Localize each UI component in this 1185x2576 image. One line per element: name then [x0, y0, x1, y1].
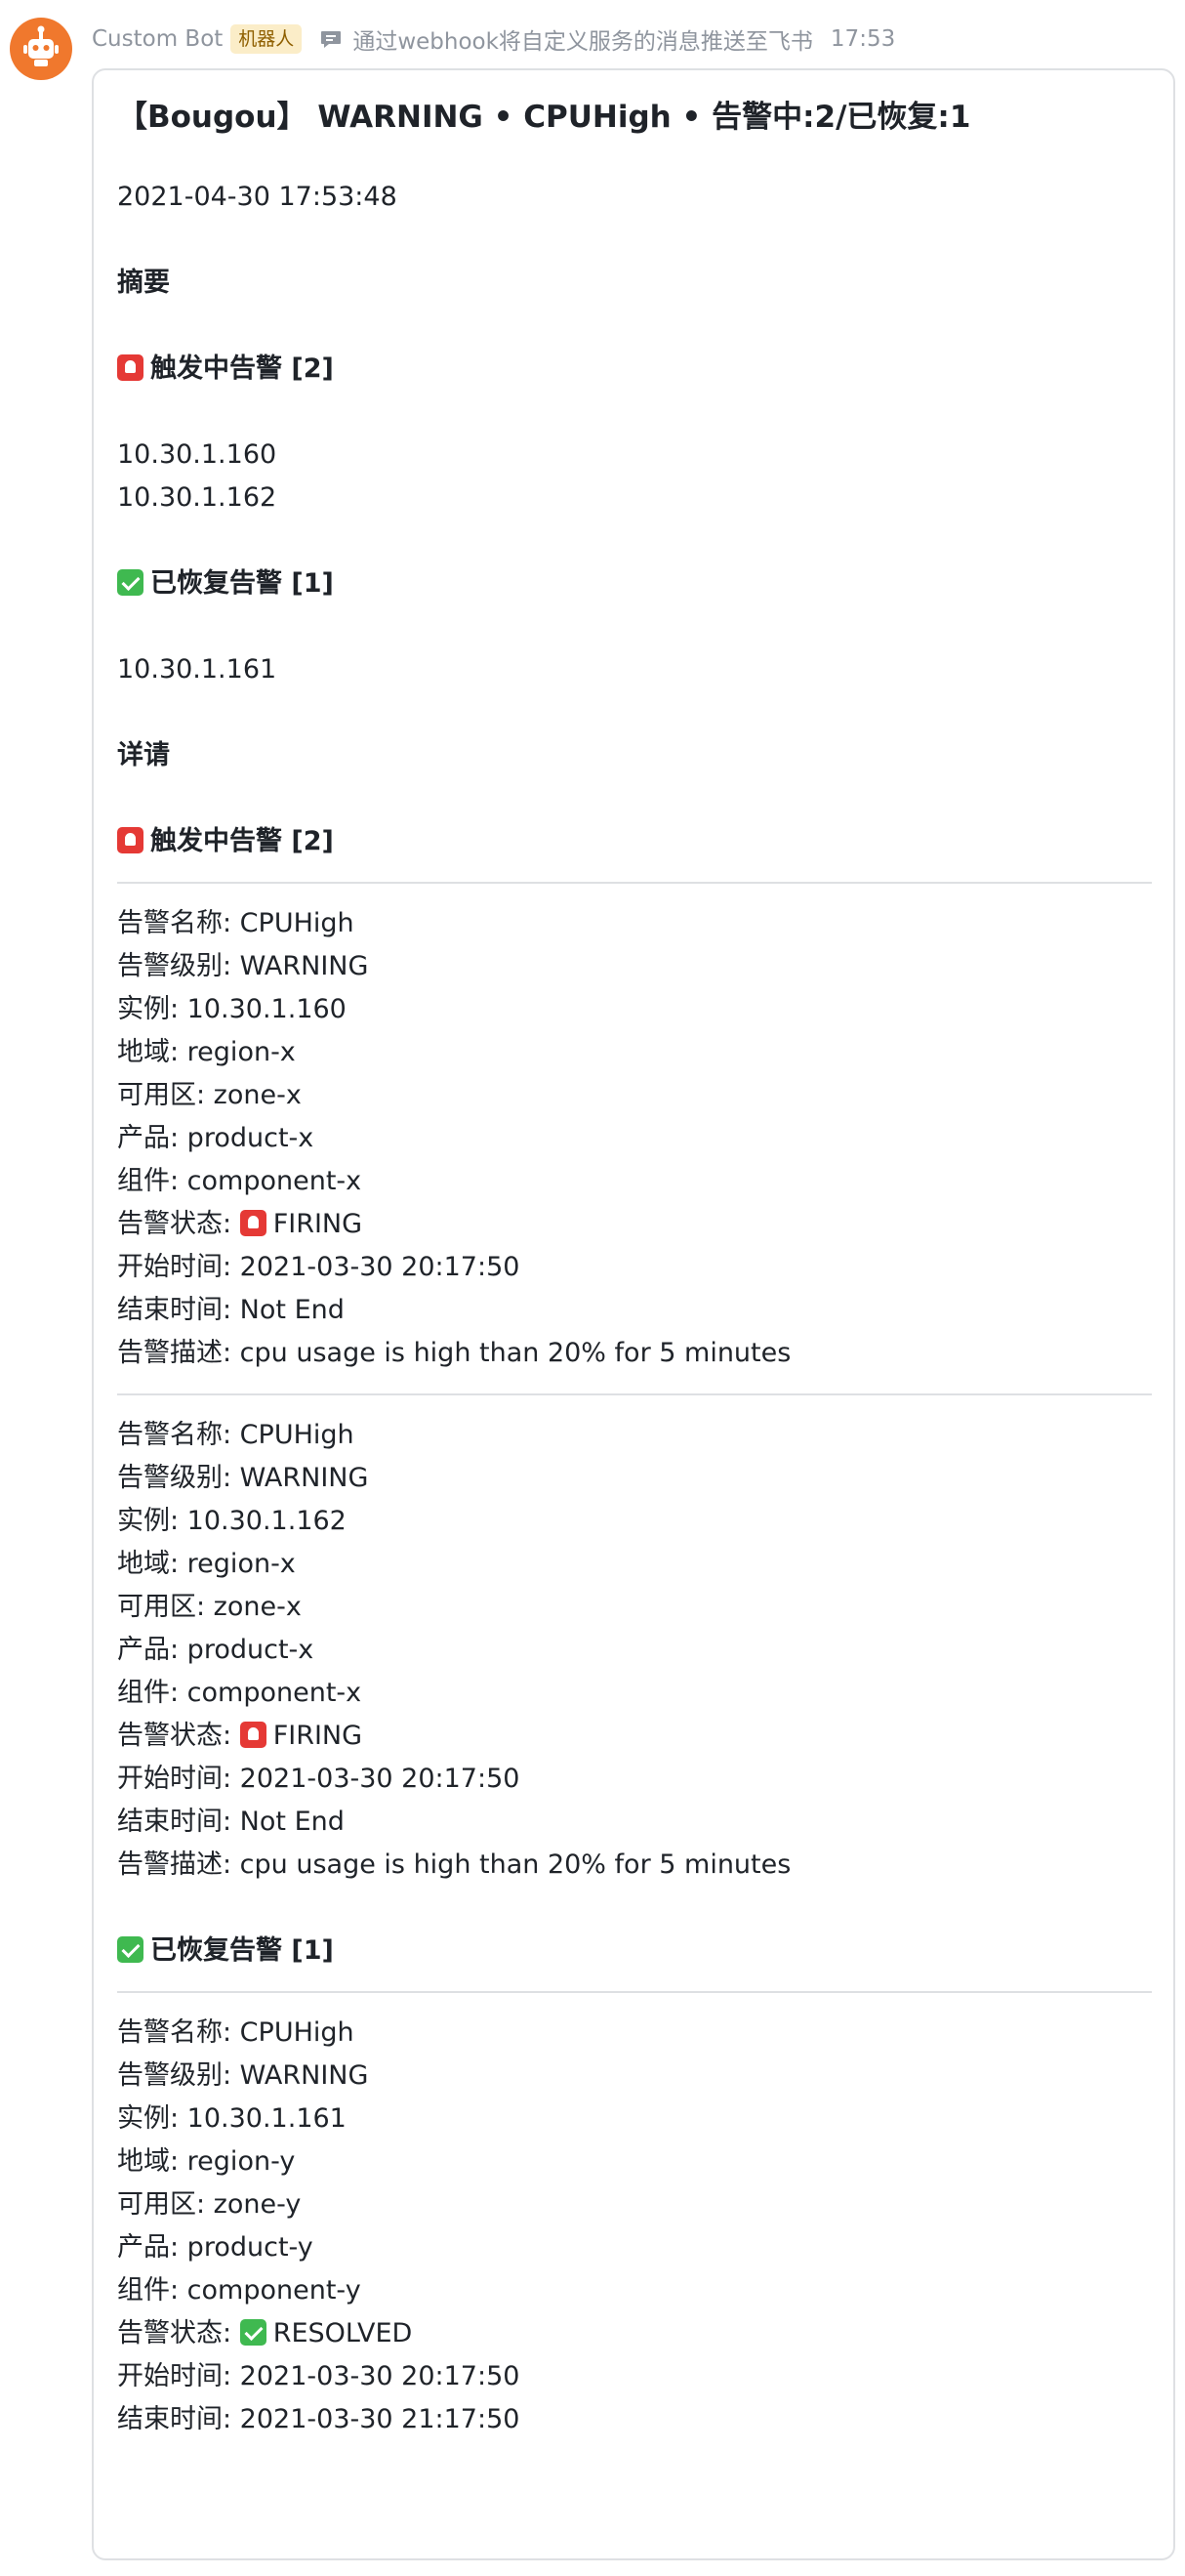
summary-firing-instance: 10.30.1.160 — [117, 439, 277, 470]
alert-field: 开始时间: 2021-03-30 20:17:50 — [117, 1764, 520, 1794]
alert-field: 组件: component-x — [117, 1166, 362, 1196]
alert-field: 组件: component-x — [117, 1678, 362, 1708]
details-resolved-heading: 已恢复告警 [1] — [117, 1930, 1150, 1973]
alert-field: 实例: 10.30.1.162 — [117, 1506, 347, 1536]
bot-badge: 机器人 — [230, 24, 303, 54]
message-header: Custom Bot 机器人 通过webhook将自定义服务的消息推送至飞书 1… — [92, 21, 895, 57]
status-value: RESOLVED — [272, 2318, 413, 2348]
alert-block: 告警名称: CPUHigh 告警级别: WARNING 实例: 10.30.1.… — [117, 1414, 1150, 1887]
alert-field: 告警描述: cpu usage is high than 20% for 5 m… — [117, 1338, 792, 1368]
details-firing-heading: 触发中告警 [2] — [117, 820, 1150, 863]
alert-field: 结束时间: Not End — [117, 1807, 345, 1837]
source-text: 通过webhook将自定义服务的消息推送至飞书 — [352, 29, 813, 55]
alert-field: 可用区: zone-y — [117, 2189, 302, 2220]
card-body: 2021-04-30 17:53:48 摘要 触发中告警 [2] 10.30.1… — [117, 176, 1152, 2441]
summary-resolved-heading: 已恢复告警 [1] — [117, 562, 1150, 605]
alert-block: 告警名称: CPUHigh 告警级别: WARNING 实例: 10.30.1.… — [117, 902, 1150, 1375]
alert-field: 组件: component-y — [117, 2275, 361, 2306]
alert-field: 告警级别: WARNING — [117, 2060, 369, 2091]
check-mark-emoji — [117, 1936, 143, 1963]
alert-field: 告警名称: CPUHigh — [117, 1420, 354, 1450]
alert-field: 地域: region-x — [117, 1037, 296, 1067]
alert-field: 产品: product-y — [117, 2232, 313, 2263]
alert-field: 结束时间: 2021-03-30 21:17:50 — [117, 2404, 520, 2434]
divider — [117, 1991, 1152, 1993]
alert-field: 告警名称: CPUHigh — [117, 908, 354, 938]
rotating-light-emoji — [239, 1722, 266, 1748]
bot-avatar[interactable] — [10, 18, 72, 80]
alert-status-field: 告警状态: FIRING — [117, 1721, 363, 1751]
check-mark-emoji — [117, 569, 143, 596]
alert-field: 可用区: zone-x — [117, 1592, 302, 1622]
robot-icon — [23, 25, 59, 66]
card-title: 【Bougou】 WARNING • CPUHigh • 告警中:2/已恢复:1 — [117, 100, 971, 135]
alert-field: 告警级别: WARNING — [117, 1463, 369, 1493]
alert-field: 开始时间: 2021-03-30 20:17:50 — [117, 2361, 520, 2391]
alert-field: 实例: 10.30.1.161 — [117, 2103, 347, 2134]
alert-field: 告警级别: WARNING — [117, 951, 369, 981]
alert-field: 地域: region-y — [117, 2146, 296, 2177]
alert-status-field: 告警状态: FIRING — [117, 1209, 363, 1239]
alert-card[interactable]: 【Bougou】 WARNING • CPUHigh • 告警中:2/已恢复:1… — [92, 68, 1175, 2560]
alert-field: 开始时间: 2021-03-30 20:17:50 — [117, 1252, 520, 1282]
summary-firing-heading: 触发中告警 [2] — [117, 348, 1150, 391]
message-icon — [319, 27, 343, 51]
rotating-light-emoji — [239, 1210, 266, 1236]
alert-datetime: 2021-04-30 17:53:48 — [117, 182, 397, 212]
summary-resolved-instance: 10.30.1.161 — [117, 654, 277, 685]
alert-field: 产品: product-x — [117, 1635, 314, 1665]
alert-status-field: 告警状态: RESOLVED — [117, 2318, 413, 2348]
alert-field: 可用区: zone-x — [117, 1080, 302, 1110]
summary-heading: 摘要 — [117, 268, 170, 298]
rotating-light-emoji — [117, 827, 143, 853]
alert-field: 地域: region-x — [117, 1549, 296, 1579]
alert-block: 告警名称: CPUHigh 告警级别: WARNING 实例: 10.30.1.… — [117, 2012, 1150, 2441]
alert-field: 实例: 10.30.1.160 — [117, 994, 347, 1024]
alert-field: 结束时间: Not End — [117, 1295, 345, 1325]
divider — [117, 882, 1152, 884]
sender-name[interactable]: Custom Bot — [92, 26, 223, 52]
alert-field: 产品: product-x — [117, 1123, 314, 1153]
check-mark-emoji — [239, 2319, 266, 2346]
status-value: FIRING — [272, 1209, 363, 1239]
details-heading: 详请 — [117, 740, 170, 770]
summary-firing-instance: 10.30.1.162 — [117, 482, 277, 513]
message-time: 17:53 — [830, 26, 896, 52]
status-value: FIRING — [272, 1721, 363, 1751]
rotating-light-emoji — [117, 354, 143, 381]
alert-field: 告警描述: cpu usage is high than 20% for 5 m… — [117, 1849, 792, 1880]
alert-field: 告警名称: CPUHigh — [117, 2017, 354, 2048]
divider — [117, 1393, 1152, 1395]
